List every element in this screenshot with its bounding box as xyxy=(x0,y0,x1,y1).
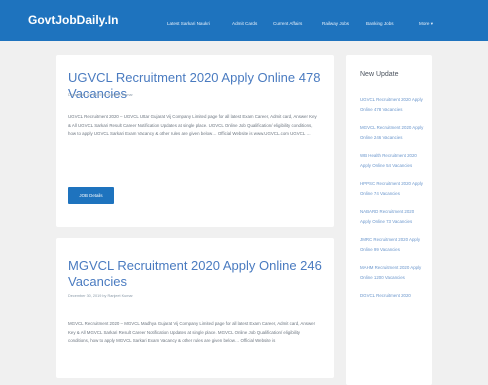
sidebar-link[interactable]: JMRC Recruitment 2020 Apply Online 99 Va… xyxy=(360,235,424,254)
sidebar-link[interactable]: UGVCL Recruitment 2020 Apply Online 478 … xyxy=(360,95,424,114)
site-logo[interactable]: GovtJobDaily.In xyxy=(28,13,118,27)
post-card: MGVCL Recruitment 2020 Apply Online 246 … xyxy=(56,238,334,378)
nav-railway-jobs[interactable]: Railway Jobs xyxy=(322,21,349,26)
post-title[interactable]: UGVCL Recruitment 2020 Apply Online 478 … xyxy=(68,70,328,102)
post-excerpt: MGVCL Recruitment 2020 – MGVCL Madhya Gu… xyxy=(68,321,316,343)
nav-admit-cards[interactable]: Admit Cards xyxy=(232,21,257,26)
sidebar-link-list: UGVCL Recruitment 2020 Apply Online 478 … xyxy=(360,95,424,310)
post-excerpt: UGVCL Recruitment 2020 – UGVCL Uttar Guj… xyxy=(68,114,317,136)
post-meta: December 30, 2019 by Ranjeet Kumar xyxy=(68,294,133,298)
sidebar-link[interactable]: MGVCL Recruitment 2020 Apply Online 246 … xyxy=(360,123,424,142)
sidebar-link[interactable]: DGVCL Recruitment 2020 xyxy=(360,291,424,301)
nav-latest-sarkari-naukri[interactable]: Latest Sarkari Naukri xyxy=(167,21,210,26)
site-header: GovtJobDaily.In Latest Sarkari Naukri Ad… xyxy=(0,0,488,41)
sidebar-link[interactable]: MAHM Recruitment 2020 Apply Online 1200 … xyxy=(360,263,424,282)
sidebar-link[interactable]: WB Health Recruitment 2020 Apply Online … xyxy=(360,151,424,170)
sidebar-link[interactable]: NABARD Recruitment 2020 Apply Online 73 … xyxy=(360,207,424,226)
post-card: UGVCL Recruitment 2020 Apply Online 478 … xyxy=(56,55,334,227)
nav-banking-jobs[interactable]: Banking Jobs xyxy=(366,21,394,26)
job-details-button[interactable]: JOB Details xyxy=(68,187,114,204)
post-meta: December 30, 2019 by Ranjeet Kumar xyxy=(68,93,133,97)
nav-current-affairs[interactable]: Current Affairs xyxy=(273,21,302,26)
sidebar-link[interactable]: HPPSC Recruitment 2020 Apply Online 74 V… xyxy=(360,179,424,198)
nav-more-menu[interactable]: More ▾ xyxy=(419,21,433,27)
sidebar-title: New Update xyxy=(360,71,399,78)
post-title[interactable]: MGVCL Recruitment 2020 Apply Online 246 … xyxy=(68,258,328,290)
sidebar: New Update UGVCL Recruitment 2020 Apply … xyxy=(346,55,432,385)
